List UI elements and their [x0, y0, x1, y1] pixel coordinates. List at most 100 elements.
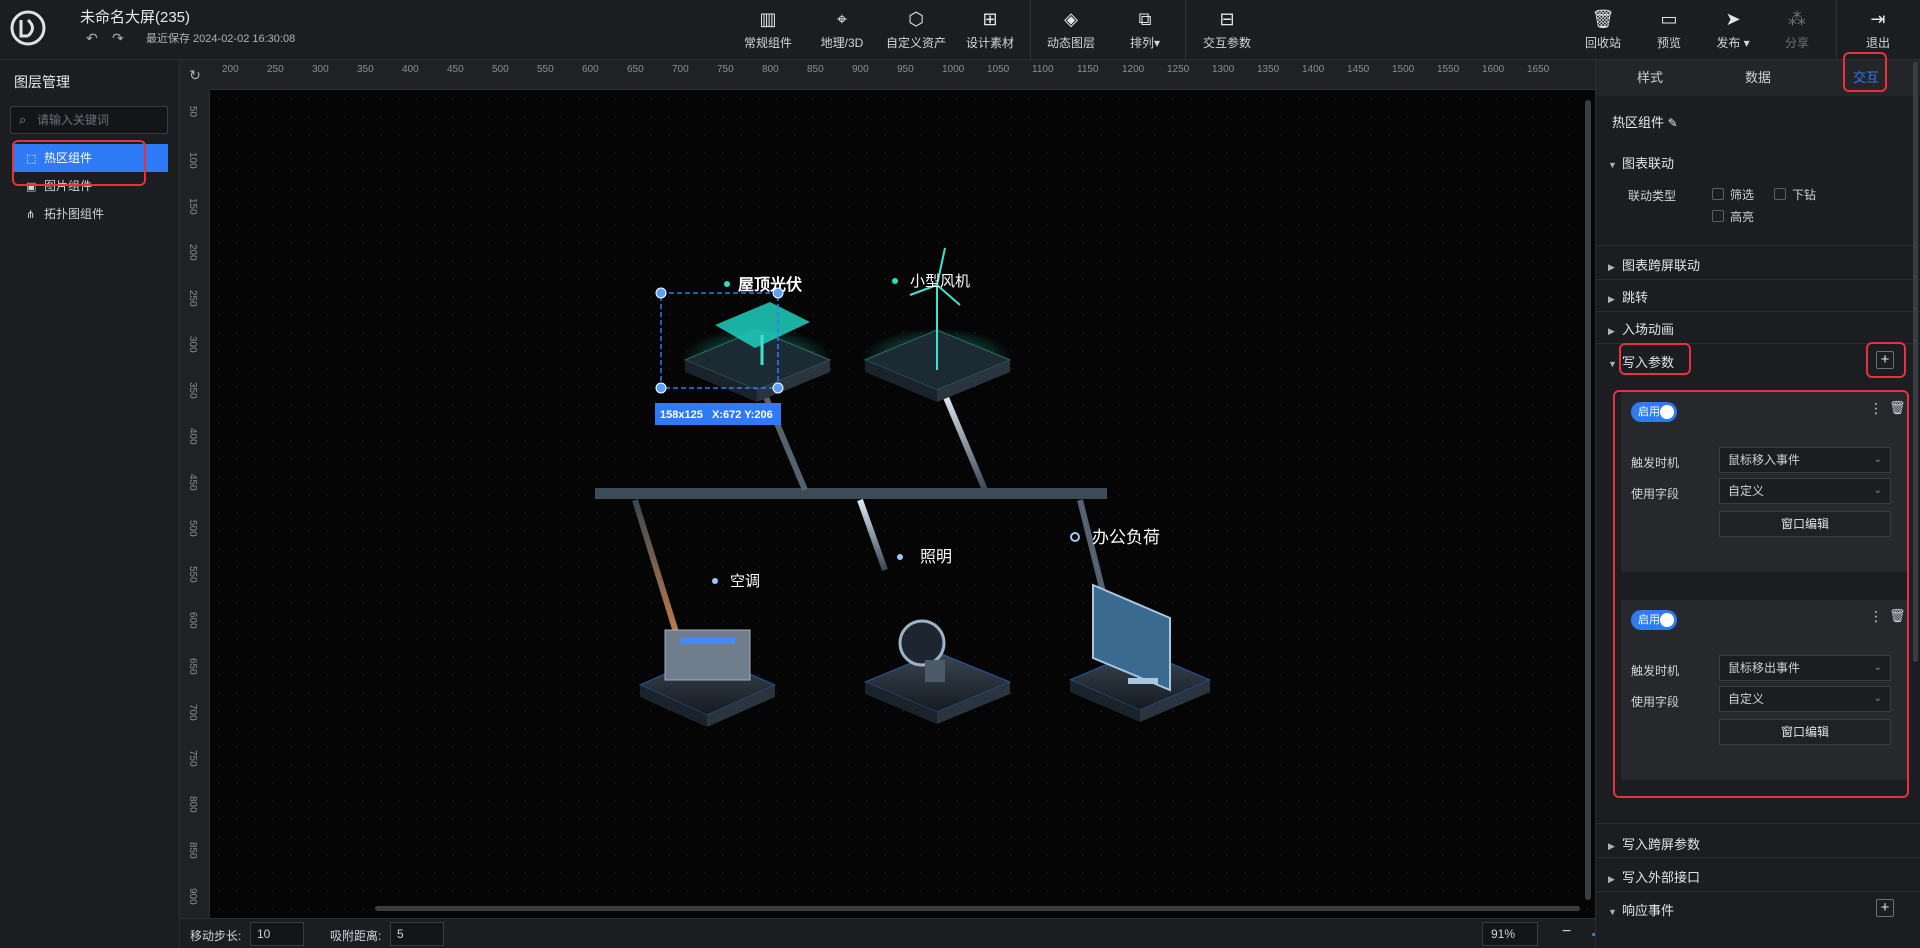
ruler-tick-label: 1500 [1392, 64, 1415, 75]
highlight-checkbox-label: 高亮 [1730, 210, 1755, 224]
connector-line [942, 393, 988, 492]
section-write-external[interactable]: ▶ 写入外部接口 [1608, 867, 1700, 886]
toolbar-share-button[interactable]: ⁂ 分享 [1757, 6, 1837, 51]
add-response-event-button[interactable]: + [1876, 899, 1894, 917]
ruler-tick-label: 1050 [987, 64, 1010, 75]
office-load-node[interactable] [1068, 583, 1212, 722]
toolbar-label: 设计素材 [965, 36, 1014, 50]
ruler-tick-label: 650 [627, 64, 644, 75]
design-stage[interactable]: 屋顶光伏 小型风机 空调 照明 办公负荷 158x125 X:672 Y:206 [210, 90, 1595, 918]
caret-right-icon: ▶ [1608, 294, 1615, 304]
layers-icon: ◈ [1064, 9, 1078, 29]
resize-handle[interactable] [655, 382, 667, 394]
tab-style[interactable]: 样式 [1596, 60, 1704, 96]
ruler-tick-label: 750 [187, 750, 198, 767]
zoom-out-icon[interactable]: − [1562, 923, 1571, 941]
ruler-tick-label: 1300 [1212, 64, 1235, 75]
ruler-tick-label: 400 [187, 428, 198, 445]
zoom-value[interactable]: 91% [1482, 922, 1538, 946]
edit-pencil-icon[interactable]: ✎ [1668, 116, 1678, 130]
ruler-tick-label: 500 [187, 520, 198, 537]
layer-search-input[interactable] [37, 111, 163, 129]
status-dot [892, 278, 898, 284]
ruler-tick-label: 550 [537, 64, 554, 75]
topology-icon: ⋔ [26, 209, 36, 221]
toolbar-label: 退出 [1865, 36, 1890, 50]
caret-right-icon: ▶ [1608, 326, 1615, 336]
toolbar-interaction-params-button[interactable]: ⊟ 交互参数 [1187, 6, 1267, 51]
app-logo-icon[interactable] [10, 10, 46, 46]
resize-handle[interactable] [772, 382, 784, 394]
layer-item-topology[interactable]: ⋔ 拓扑图组件 [12, 200, 168, 228]
section-divider [1596, 311, 1920, 312]
section-cross-screen-link[interactable]: ▶ 图表跨屏联动 [1608, 255, 1700, 274]
canvas-vertical-scrollbar[interactable] [1585, 100, 1591, 900]
section-chart-link[interactable]: ▼ 图表联动 [1608, 153, 1674, 172]
ruler-tick-label: 650 [187, 658, 198, 675]
section-write-cross-params[interactable]: ▶ 写入跨屏参数 [1608, 834, 1700, 853]
status-dot [897, 554, 903, 560]
highlight-box [1866, 342, 1906, 378]
ruler-tick-label: 150 [187, 198, 198, 215]
resize-handle[interactable] [655, 287, 667, 299]
section-entrance-animation[interactable]: ▶ 入场动画 [1608, 319, 1674, 338]
add-image-icon: ⊞ [982, 9, 998, 29]
highlight-checkbox[interactable] [1712, 210, 1724, 222]
properties-scrollbar[interactable] [1913, 62, 1918, 662]
ruler-tick-label: 1400 [1302, 64, 1325, 75]
filter-checkbox[interactable] [1712, 188, 1724, 200]
node-label-solar: 屋顶光伏 [738, 275, 802, 294]
ruler-tick-label: 50 [187, 106, 198, 118]
layer-search-box[interactable]: ⌕ [10, 106, 168, 134]
project-title[interactable]: 未命名大屏(235) [80, 6, 190, 27]
air-conditioner-node[interactable] [638, 629, 777, 727]
lighting-node[interactable] [863, 619, 1012, 724]
move-step-input[interactable]: 10 [250, 922, 304, 946]
toolbar-design-material-button[interactable]: ⊞ 设计素材 [950, 6, 1030, 51]
map-pin-icon: ⌖ [836, 9, 848, 29]
link-type-label: 联动类型 [1628, 189, 1677, 203]
redo-icon[interactable]: ↷ [112, 30, 124, 47]
caret-down-icon: ▼ [1608, 160, 1617, 170]
tab-data[interactable]: 数据 [1704, 60, 1812, 96]
canvas-horizontal-scrollbar[interactable] [375, 906, 1580, 911]
section-title: 入场动画 [1622, 322, 1675, 337]
refresh-icon[interactable]: ↻ [180, 60, 210, 90]
node-label-wind: 小型风机 [910, 273, 970, 290]
ruler-tick-label: 100 [187, 152, 198, 169]
drilldown-checkbox-label: 下钻 [1792, 188, 1817, 202]
ruler-tick-label: 350 [357, 64, 374, 75]
toolbar-common-components-button[interactable]: ▥ 常规组件 [728, 6, 808, 51]
drilldown-checkbox[interactable] [1774, 188, 1786, 200]
layer-panel-title: 图层管理 [14, 74, 70, 90]
topology-scene: 屋顶光伏 小型风机 空调 照明 办公负荷 158x125 X:672 Y:206 [595, 247, 1212, 727]
section-jump[interactable]: ▶ 跳转 [1608, 287, 1648, 306]
node-label-ac: 空调 [730, 573, 760, 590]
highlight-box [1619, 343, 1691, 375]
undo-icon[interactable]: ↶ [86, 30, 98, 47]
caret-right-icon: ▶ [1608, 841, 1615, 851]
ruler-tick-label: 800 [187, 796, 198, 813]
ruler-tick-label: 400 [402, 64, 419, 75]
toolbar-label: 动态图层 [1046, 36, 1095, 50]
section-title: 写入外部接口 [1622, 870, 1701, 885]
ruler-left[interactable]: 50 100 150 200 250 300 350 400 450 500 550 600 650 70… [180, 90, 210, 918]
toolbar-arrange-button[interactable]: ⧉ 排列▾ [1105, 6, 1185, 51]
solar-panel-node[interactable] [682, 302, 832, 402]
ruler-top[interactable]: 200 250 300 350 400 450 500 550 600 650 700 750 800 8… [210, 60, 1595, 90]
status-dot [1070, 532, 1080, 542]
top-toolbar: 未命名大屏(235) ↶ ↷ 最近保存 2024-02-02 16:30:08 … [0, 0, 1920, 60]
snap-distance-input[interactable]: 5 [390, 922, 444, 946]
arrange-icon: ⧉ [1138, 9, 1152, 29]
toolbar-custom-assets-button[interactable]: ⬡ 自定义资产 [876, 6, 956, 51]
ruler-tick-label: 350 [187, 382, 198, 399]
toolbar-exit-button[interactable]: ⇥ 退出 [1838, 6, 1918, 51]
section-divider [1596, 823, 1920, 824]
wind-turbine-node[interactable] [862, 247, 1012, 402]
resize-handle[interactable] [772, 287, 784, 299]
ruler-tick-label: 200 [222, 64, 239, 75]
toolbar-geo-3d-button[interactable]: ⌖ 地理/3D [802, 6, 882, 51]
node-label-lighting: 照明 [920, 548, 952, 566]
section-response-events[interactable]: ▼ 响应事件 [1608, 900, 1674, 919]
toolbar-dynamic-layers-button[interactable]: ◈ 动态图层 [1031, 6, 1111, 51]
